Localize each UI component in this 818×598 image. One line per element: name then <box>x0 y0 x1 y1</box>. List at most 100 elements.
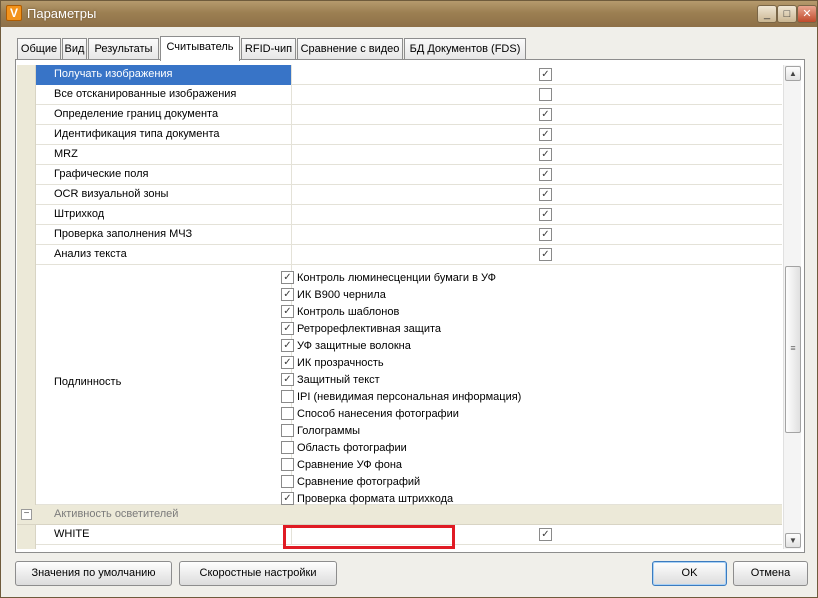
auth-checkbox[interactable]: ✓ <box>281 288 294 301</box>
auth-label: Контроль шаблонов <box>297 306 400 318</box>
speed-settings-button[interactable]: Скоростные настройки <box>179 561 337 586</box>
row-authenticity: Подлинность <box>36 265 782 505</box>
auth-checkbox[interactable]: ✓ <box>281 492 294 505</box>
row-value: ✓ <box>293 185 782 205</box>
row-get-images[interactable]: Получать изображения ✓ <box>36 65 782 85</box>
row-checkbox[interactable]: ✓ <box>539 528 552 541</box>
row-label: Подлинность <box>36 265 292 505</box>
auth-checkbox[interactable]: ✓ <box>281 356 294 369</box>
row-value: ✓ <box>293 225 782 245</box>
auth-label: Сравнение фотографий <box>297 476 421 488</box>
app-logo-icon: V <box>6 5 22 21</box>
vertical-scrollbar[interactable]: ▲ ≡ ▼ <box>783 65 801 549</box>
row-checkbox[interactable] <box>539 88 552 101</box>
property-grid: Получать изображения ✓ Все отсканированн… <box>17 65 782 549</box>
close-button[interactable]: ✕ <box>797 5 817 23</box>
maximize-button[interactable]: □ <box>777 5 797 23</box>
auth-label: IPI (невидимая персональная информация) <box>297 391 522 403</box>
ok-button[interactable]: OK <box>652 561 727 586</box>
auth-label: Сравнение УФ фона <box>297 459 403 471</box>
auth-checkbox[interactable] <box>281 441 294 454</box>
auth-checkbox[interactable]: ✓ <box>281 305 294 318</box>
auth-label: Область фотографии <box>297 442 407 454</box>
auth-checkbox[interactable] <box>281 390 294 403</box>
auth-checkbox[interactable] <box>281 424 294 437</box>
minimize-button[interactable]: _ <box>757 5 777 23</box>
auth-checkbox[interactable]: ✓ <box>281 373 294 386</box>
highlight-box <box>283 525 455 549</box>
tab-video-compare[interactable]: Сравнение с видео <box>297 38 403 60</box>
auth-label: Контроль люминесценции бумаги в УФ <box>297 272 497 284</box>
row-document-bounds[interactable]: Определение границ документа ✓ <box>36 105 782 125</box>
row-checkbox[interactable]: ✓ <box>539 248 552 261</box>
row-label: Определение границ документа <box>36 105 292 125</box>
row-value: ✓ <box>293 145 782 165</box>
row-graphic-fields[interactable]: Графические поля ✓ <box>36 165 782 185</box>
settings-window: V Параметры _ □ ✕ Общие Вид Результаты С… <box>0 0 818 598</box>
auth-label: Голограммы <box>297 425 361 437</box>
row-all-scanned-images[interactable]: Все отсканированные изображения <box>36 85 782 105</box>
row-checkbox[interactable]: ✓ <box>539 128 552 141</box>
scroll-up-icon[interactable]: ▲ <box>785 66 801 81</box>
scroll-down-icon[interactable]: ▼ <box>785 533 801 548</box>
row-label: OCR визуальной зоны <box>36 185 292 205</box>
auth-checkbox[interactable]: ✓ <box>281 271 294 284</box>
auth-label: Проверка формата штрихкода <box>297 493 454 505</box>
auth-checkbox[interactable] <box>281 475 294 488</box>
row-label: Графические поля <box>36 165 292 185</box>
row-label: Анализ текста <box>36 245 292 265</box>
row-label: MRZ <box>36 145 292 165</box>
window-title: Параметры <box>27 6 97 21</box>
cancel-button[interactable]: Отмена <box>733 561 808 586</box>
defaults-button[interactable]: Значения по умолчанию <box>15 561 172 586</box>
auth-checkbox[interactable] <box>281 458 294 471</box>
row-checkbox[interactable]: ✓ <box>539 208 552 221</box>
row-value: ✓ <box>293 205 782 225</box>
row-label: Штрихкод <box>36 205 292 225</box>
row-checkbox[interactable]: ✓ <box>539 168 552 181</box>
row-label: Проверка заполнения МЧЗ <box>36 225 292 245</box>
dialog-body: Общие Вид Результаты Считыватель RFID-чи… <box>1 27 817 597</box>
auth-checkbox[interactable]: ✓ <box>281 322 294 335</box>
tab-reader[interactable]: Считыватель <box>160 36 240 61</box>
title-bar[interactable]: V Параметры _ □ ✕ <box>1 1 817 27</box>
row-checkbox[interactable]: ✓ <box>539 68 552 81</box>
collapse-icon[interactable]: − <box>21 509 32 520</box>
group-label: Активность осветителей <box>54 508 179 520</box>
tab-view[interactable]: Вид <box>62 38 87 60</box>
group-illumination[interactable]: − Активность осветителей <box>17 505 782 525</box>
row-value: ✓ <box>293 105 782 125</box>
auth-label: УФ защитные волокна <box>297 340 411 352</box>
tab-rfid[interactable]: RFID-чип <box>241 38 296 60</box>
auth-label: ИК прозрачность <box>297 357 384 369</box>
row-checkbox[interactable]: ✓ <box>539 228 552 241</box>
settings-panel: Получать изображения ✓ Все отсканированн… <box>15 59 805 553</box>
row-mrz-fill-check[interactable]: Проверка заполнения МЧЗ ✓ <box>36 225 782 245</box>
row-document-type-id[interactable]: Идентификация типа документа ✓ <box>36 125 782 145</box>
auth-label: Защитный текст <box>297 374 380 386</box>
row-mrz[interactable]: MRZ ✓ <box>36 145 782 165</box>
row-checkbox[interactable]: ✓ <box>539 188 552 201</box>
row-text-analysis[interactable]: Анализ текста ✓ <box>36 245 782 265</box>
tab-results[interactable]: Результаты <box>88 38 159 60</box>
grid-gutter <box>17 65 36 549</box>
row-barcode[interactable]: Штрихкод ✓ <box>36 205 782 225</box>
row-label: Получать изображения <box>36 65 292 85</box>
auth-checkbox[interactable] <box>281 407 294 420</box>
auth-label: Способ нанесения фотографии <box>297 408 459 420</box>
row-label: Идентификация типа документа <box>36 125 292 145</box>
row-label: WHITE <box>36 525 292 545</box>
tab-general[interactable]: Общие <box>17 38 61 60</box>
auth-label: Ретрорефлективная защита <box>297 323 442 335</box>
auth-checkbox[interactable]: ✓ <box>281 339 294 352</box>
row-value <box>293 85 782 105</box>
row-value: ✓ <box>293 125 782 145</box>
tab-document-db[interactable]: БД Документов (FDS) <box>404 38 526 60</box>
row-checkbox[interactable]: ✓ <box>539 108 552 121</box>
row-value: ✓ <box>293 65 782 85</box>
row-value: ✓ <box>293 245 782 265</box>
row-checkbox[interactable]: ✓ <box>539 148 552 161</box>
scroll-thumb[interactable]: ≡ <box>785 266 801 433</box>
row-value: ✓ <box>293 165 782 185</box>
row-visual-ocr[interactable]: OCR визуальной зоны ✓ <box>36 185 782 205</box>
